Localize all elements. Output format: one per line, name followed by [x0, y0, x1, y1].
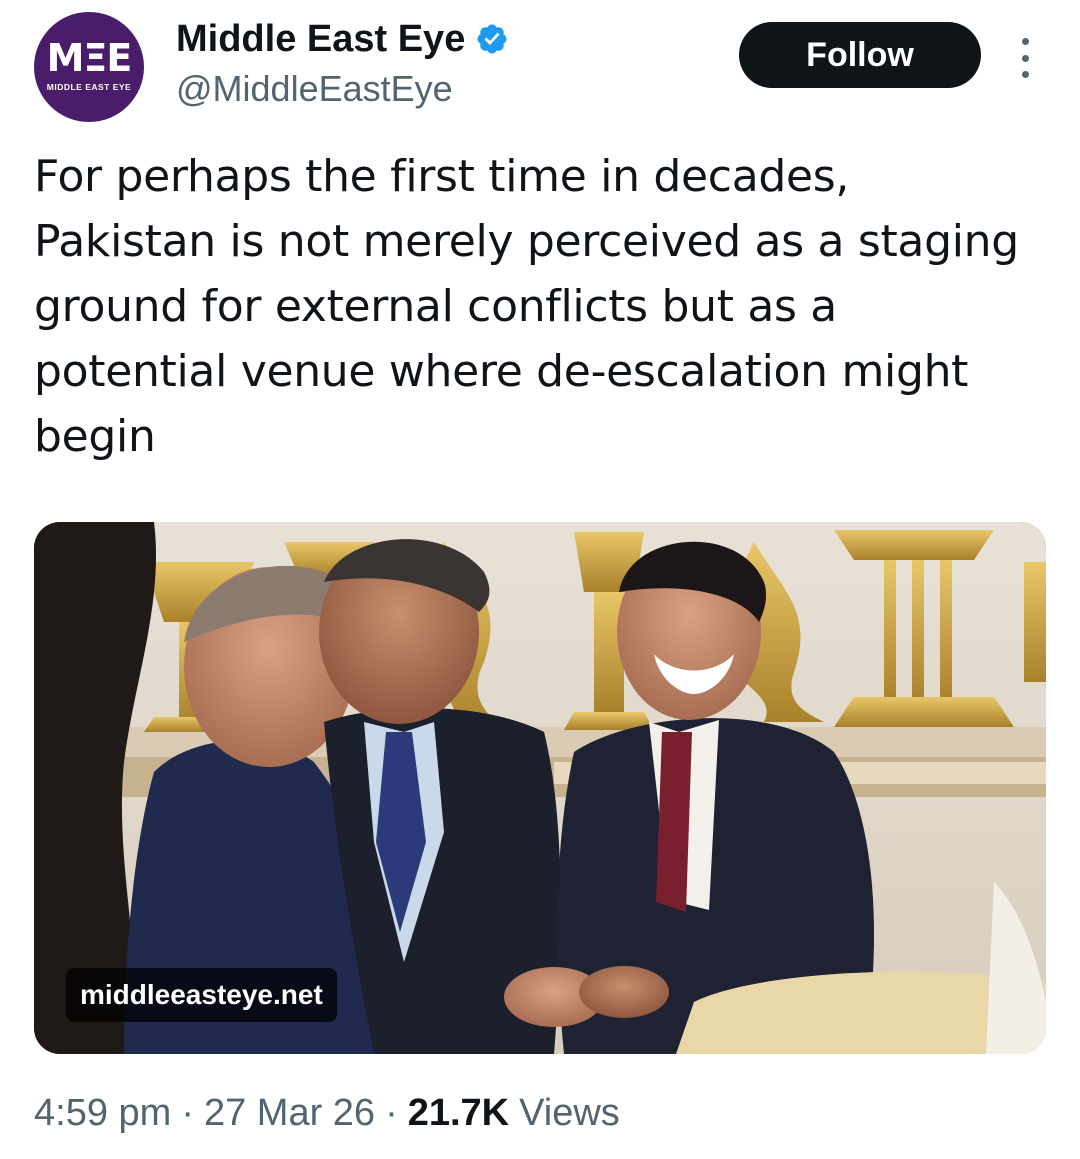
tweet: MΞE MIDDLE EAST EYE Middle East Eye @Mid… [0, 0, 1080, 1159]
avatar[interactable]: MΞE MIDDLE EAST EYE [34, 12, 144, 122]
tweet-media-card[interactable]: middleeasteye.net [34, 522, 1046, 1054]
account-names: Middle East Eye @MiddleEastEye [176, 14, 509, 110]
views-label: Views [519, 1092, 620, 1134]
tweet-date[interactable]: 27 Mar 26 [204, 1092, 375, 1135]
account-handle[interactable]: @MiddleEastEye [176, 68, 509, 110]
meta-separator: · [181, 1092, 194, 1134]
avatar-logo-subtitle: MIDDLE EAST EYE [46, 82, 132, 92]
meta-separator: · [385, 1092, 398, 1134]
more-options-icon[interactable] [1010, 38, 1040, 78]
verified-badge-icon[interactable] [475, 22, 509, 56]
tweet-time[interactable]: 4:59 pm [34, 1092, 171, 1135]
views-count: 21.7K [407, 1092, 510, 1134]
display-name-row: Middle East Eye [176, 14, 509, 64]
avatar-logo: MΞE [46, 36, 133, 80]
tweet-metadata: 4:59 pm · 27 Mar 26 · 21.7K Views [34, 1092, 620, 1135]
tweet-header: MΞE MIDDLE EAST EYE Middle East Eye @Mid… [34, 10, 1044, 122]
follow-button[interactable]: Follow [739, 22, 981, 88]
link-domain-badge[interactable]: middleeasteye.net [66, 968, 337, 1022]
tweet-text: For perhaps the first time in decades, P… [34, 151, 1019, 462]
display-name[interactable]: Middle East Eye [176, 18, 465, 61]
